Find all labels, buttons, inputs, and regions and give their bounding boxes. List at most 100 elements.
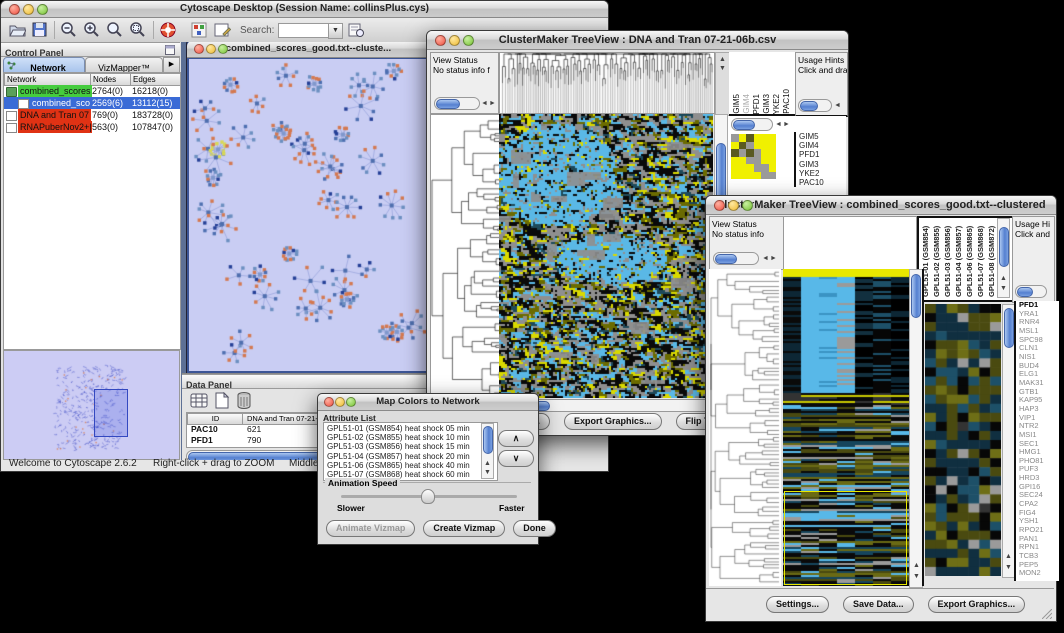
main-titlebar[interactable]: Cytoscape Desktop (Session Name: collins… <box>1 1 608 18</box>
tv1-detail-hscrollbar[interactable] <box>731 118 773 131</box>
mini-heatmap-cell[interactable] <box>739 142 747 150</box>
mini-heatmap-cell[interactable] <box>754 157 762 165</box>
network-view-canvas[interactable] <box>189 59 426 371</box>
mini-heatmap-cell[interactable] <box>731 157 739 165</box>
close-icon[interactable] <box>714 200 725 211</box>
scroll-down-icon[interactable]: ▼ <box>484 469 491 476</box>
zoom-in-icon[interactable] <box>84 22 100 38</box>
dialog-button[interactable]: Animate Vizmap <box>326 520 415 537</box>
scroll-left-icon[interactable]: ◄ <box>762 255 769 262</box>
attribute-item[interactable]: GPL51-04 (GSM857) heat shock 20 min <box>327 452 497 461</box>
zoom-window-icon[interactable] <box>742 200 753 211</box>
scroll-up-icon[interactable]: ▲ <box>1000 275 1007 282</box>
column-label[interactable]: PAC10 <box>782 89 792 114</box>
scroll-left-icon[interactable]: ◄ <box>481 100 488 107</box>
attribute-list-scrollbar[interactable]: ▲ ▼ <box>481 423 494 479</box>
zoom-out-icon[interactable] <box>61 22 77 38</box>
mini-heatmap-cell[interactable] <box>739 157 747 165</box>
float-panel-icon[interactable] <box>165 45 175 55</box>
mini-heatmap-cell[interactable] <box>731 172 739 180</box>
mini-heatmap-cell[interactable] <box>769 149 777 157</box>
mini-heatmap-cell[interactable] <box>769 134 777 142</box>
mini-heatmap-cell[interactable] <box>746 164 754 172</box>
column-label[interactable]: GPL51-06 (GSM865) <box>964 219 975 297</box>
gene-label[interactable]: GIM5 <box>799 132 824 141</box>
view-status-scrollbar[interactable] <box>434 97 480 110</box>
network-overview[interactable] <box>3 350 180 460</box>
scroll-up-icon[interactable]: ▲ <box>484 460 491 467</box>
tv2-zoom-heatmap[interactable] <box>925 304 1001 576</box>
network-list-row[interactable]: RNAPuberNov2+|563(0)107847(0) <box>4 121 180 133</box>
tv1-heatmap[interactable] <box>499 114 713 398</box>
gene-label[interactable]: PAC10 <box>799 178 824 187</box>
advanced-search-icon[interactable] <box>348 22 365 38</box>
mini-heatmap-cell[interactable] <box>761 134 769 142</box>
mini-heatmap-cell[interactable] <box>754 164 762 172</box>
mini-heatmap-cell[interactable] <box>769 164 777 172</box>
column-label[interactable]: PFD1 <box>752 94 762 114</box>
vizmapper-icon[interactable] <box>191 22 207 38</box>
open-session-icon[interactable] <box>9 22 26 37</box>
attribute-table-icon[interactable] <box>190 392 208 409</box>
scroll-right-icon[interactable]: ► <box>783 121 790 128</box>
resize-grip-icon[interactable] <box>1042 609 1052 619</box>
usage-hints-scrollbar[interactable] <box>798 99 832 112</box>
network-list-row[interactable]: DNA and Tran 07769(0)183728(0) <box>4 109 180 121</box>
network-list-row[interactable]: combined_sco2569(6)13112(15) <box>4 97 180 109</box>
close-icon[interactable] <box>194 44 204 54</box>
column-label[interactable]: GPL51-03 (GSM856) <box>942 219 953 297</box>
scroll-left-icon[interactable]: ◄ <box>834 102 841 109</box>
tv2-vscrollbar[interactable]: ▲ ▼ <box>909 269 923 588</box>
mini-heatmap-cell[interactable] <box>754 142 762 150</box>
gene-label[interactable]: MON2 <box>1019 569 1059 578</box>
gene-label[interactable]: PFD1 <box>799 150 824 159</box>
mini-heatmap-cell[interactable] <box>746 157 754 165</box>
mini-heatmap-cell[interactable] <box>754 149 762 157</box>
mini-heatmap-cell[interactable] <box>769 157 777 165</box>
gene-label[interactable]: GIM3 <box>799 160 824 169</box>
mini-heatmap-cell[interactable] <box>746 172 754 180</box>
attribute-item[interactable]: GPL51-02 (GSM855) heat shock 10 min <box>327 433 497 442</box>
search-dropdown-icon[interactable]: ▼ <box>328 23 343 39</box>
scroll-up-icon[interactable]: ▲ <box>719 56 726 63</box>
attribute-list[interactable]: GPL51-01 (GSM854) heat shock 05 minGPL51… <box>323 422 498 481</box>
mini-heatmap-cell[interactable] <box>746 134 754 142</box>
usage-hints-scrollbar[interactable] <box>1015 285 1047 298</box>
zoom-window-icon[interactable] <box>463 35 474 46</box>
mini-heatmap-cell[interactable] <box>761 142 769 150</box>
mini-heatmap-cell[interactable] <box>746 142 754 150</box>
treeview-button[interactable]: Export Graphics... <box>564 413 662 430</box>
column-label[interactable]: GPL51-04 (GSM857) <box>953 219 964 297</box>
overview-canvas[interactable] <box>4 351 179 459</box>
speed-slider-thumb[interactable] <box>421 489 435 504</box>
mini-heatmap-cell[interactable] <box>761 157 769 165</box>
column-label[interactable]: GPL51-07 (GSM868) <box>975 219 986 297</box>
tv2-row-dendrogram[interactable] <box>709 269 781 586</box>
mini-heatmap-cell[interactable] <box>731 142 739 150</box>
tab-network[interactable]: Network <box>3 57 85 73</box>
zoom-window-icon[interactable] <box>346 397 356 407</box>
move-up-button[interactable]: ∧ <box>498 430 534 447</box>
overview-viewport-rect[interactable] <box>94 389 128 437</box>
scroll-down-icon[interactable]: ▼ <box>913 573 920 580</box>
tab-vizmapper[interactable]: VizMapper™ <box>85 57 163 73</box>
tab-overflow-icon[interactable]: ▶ <box>163 57 180 73</box>
scroll-right-icon[interactable]: ► <box>489 100 496 107</box>
mini-heatmap-cell[interactable] <box>769 142 777 150</box>
delete-attribute-icon[interactable] <box>236 391 252 409</box>
zoom-selected-icon[interactable] <box>130 22 146 38</box>
gene-label[interactable]: YKE2 <box>799 169 824 178</box>
scroll-down-icon[interactable]: ▼ <box>1000 285 1007 292</box>
minimize-icon[interactable] <box>23 4 34 15</box>
scroll-right-icon[interactable]: ► <box>770 255 777 262</box>
zoom-fit-icon[interactable] <box>107 22 123 38</box>
column-label[interactable]: YKE2 <box>772 94 782 114</box>
minimize-icon[interactable] <box>206 44 216 54</box>
zoom-window-icon[interactable] <box>37 4 48 15</box>
search-input[interactable] <box>278 23 331 38</box>
tv2-selection-rect[interactable] <box>784 491 907 585</box>
minimize-icon[interactable] <box>449 35 460 46</box>
mini-heatmap-cell[interactable] <box>731 149 739 157</box>
mini-heatmap-cell[interactable] <box>739 164 747 172</box>
annotation-icon[interactable] <box>214 22 231 38</box>
